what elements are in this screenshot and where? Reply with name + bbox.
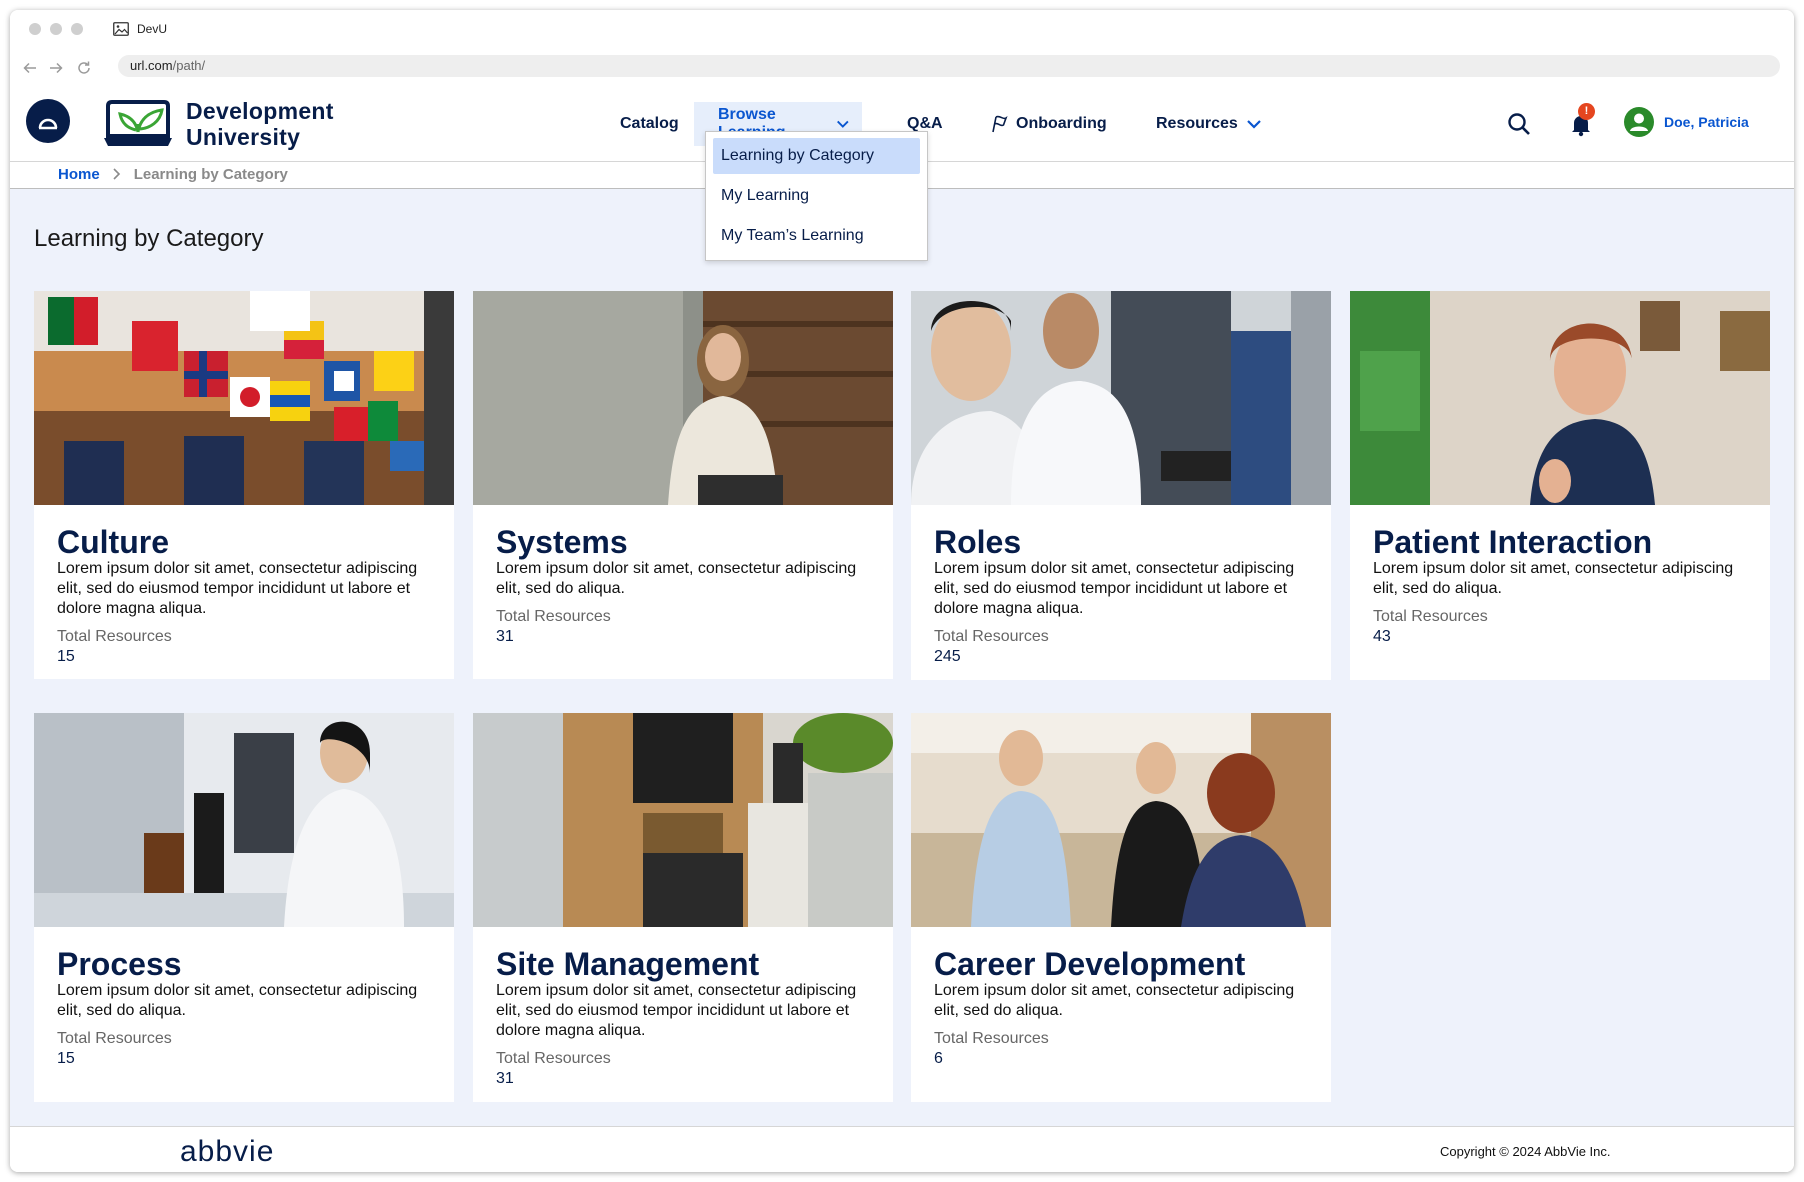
avatar[interactable] xyxy=(1624,107,1654,137)
minimize-window-button[interactable] xyxy=(50,23,62,35)
nav-catalog-label: Catalog xyxy=(620,115,679,132)
category-card-patient-interaction[interactable]: Patient Interaction Lorem ipsum dolor si… xyxy=(1350,291,1770,680)
woman-laptop-photo xyxy=(473,291,893,505)
nav-catalog[interactable]: Catalog xyxy=(608,102,691,146)
nav-resources[interactable]: Resources xyxy=(1144,102,1274,146)
category-card-culture[interactable]: Culture Lorem ipsum dolor sit amet, cons… xyxy=(34,291,454,679)
card-title: Culture xyxy=(57,524,169,560)
smiling-woman-photo xyxy=(1350,291,1770,505)
total-resources-value: 43 xyxy=(1373,628,1391,645)
card-body: Culture Lorem ipsum dolor sit amet, cons… xyxy=(57,525,437,667)
tab-title: DevU xyxy=(137,22,168,36)
total-resources-value: 31 xyxy=(496,1070,514,1087)
browser-titlebar: DevU xyxy=(10,10,1794,50)
card-body: Career Development Lorem ipsum dolor sit… xyxy=(934,947,1314,1069)
total-resources-label: Total Resources xyxy=(496,608,611,625)
site-footer: abbvie Copyright © 2024 AbbVie Inc. xyxy=(10,1126,1794,1172)
total-resources-label: Total Resources xyxy=(496,1050,611,1067)
category-card-site-management[interactable]: Site Management Lorem ipsum dolor sit am… xyxy=(473,713,893,1102)
card-description: Lorem ipsum dolor sit amet, consectetur … xyxy=(496,560,857,597)
category-card-roles[interactable]: Roles Lorem ipsum dolor sit amet, consec… xyxy=(911,291,1331,680)
card-body: Patient Interaction Lorem ipsum dolor si… xyxy=(1373,525,1753,647)
user-name[interactable]: Doe, Patricia xyxy=(1664,114,1749,130)
notification-badge: ! xyxy=(1578,103,1595,120)
category-card-career-development[interactable]: Career Development Lorem ipsum dolor sit… xyxy=(911,713,1331,1102)
card-body: Systems Lorem ipsum dolor sit amet, cons… xyxy=(496,525,876,647)
browser-tab[interactable]: DevU xyxy=(113,22,167,36)
flags-hall-photo xyxy=(34,291,454,505)
nav-resources-label: Resources xyxy=(1156,115,1238,132)
total-resources-value: 245 xyxy=(934,648,961,665)
total-resources-value: 15 xyxy=(57,648,75,665)
page-title: Learning by Category xyxy=(34,225,264,252)
card-description: Lorem ipsum dolor sit amet, consectetur … xyxy=(496,982,857,1039)
card-title: Systems xyxy=(496,524,628,560)
card-title: Career Development xyxy=(934,946,1246,982)
chevron-down-icon xyxy=(1247,120,1261,129)
url-path: /path/ xyxy=(172,58,206,73)
total-resources-label: Total Resources xyxy=(57,1030,172,1047)
card-title: Roles xyxy=(934,524,1022,560)
nav-onboarding[interactable]: Onboarding xyxy=(978,102,1119,146)
card-body: Process Lorem ipsum dolor sit amet, cons… xyxy=(57,947,437,1069)
dropdown-item-learning-by-category[interactable]: Learning by Category xyxy=(713,138,920,174)
copyright-text: Copyright © 2024 AbbVie Inc. xyxy=(1440,1144,1611,1159)
flag-icon xyxy=(992,115,1008,133)
card-title: Process xyxy=(57,946,182,982)
category-card-process[interactable]: Process Lorem ipsum dolor sit amet, cons… xyxy=(34,713,454,1102)
close-window-button[interactable] xyxy=(29,23,41,35)
dropdown-item-my-learning[interactable]: My Learning xyxy=(713,178,920,214)
card-description: Lorem ipsum dolor sit amet, consectetur … xyxy=(934,560,1295,617)
total-resources-label: Total Resources xyxy=(934,1030,1049,1047)
card-body: Site Management Lorem ipsum dolor sit am… xyxy=(496,947,876,1089)
browse-learning-dropdown: Learning by Category My Learning My Team… xyxy=(705,131,928,261)
card-title: Site Management xyxy=(496,946,760,982)
browser-window: DevU url.com/path/ Development Universit… xyxy=(10,10,1794,1172)
back-arrow-icon[interactable] xyxy=(22,60,38,76)
lab-workers-photo xyxy=(911,291,1331,505)
breadcrumb-home-link[interactable]: Home xyxy=(58,166,100,183)
breadcrumb: Home Learning by Category xyxy=(58,161,288,187)
dropdown-item-my-teams-learning[interactable]: My Team’s Learning xyxy=(713,218,920,254)
total-resources-value: 6 xyxy=(934,1050,943,1067)
card-description: Lorem ipsum dolor sit amet, consectetur … xyxy=(57,982,418,1019)
reload-icon[interactable] xyxy=(76,60,92,76)
office-cafe-photo xyxy=(473,713,893,927)
chevron-right-icon xyxy=(113,168,120,180)
maximize-window-button[interactable] xyxy=(71,23,83,35)
total-resources-label: Total Resources xyxy=(934,628,1049,645)
card-body: Roles Lorem ipsum dolor sit amet, consec… xyxy=(934,525,1314,667)
total-resources-label: Total Resources xyxy=(1373,608,1488,625)
chevron-down-icon xyxy=(837,120,849,128)
colleagues-talking-photo xyxy=(911,713,1331,927)
category-card-systems[interactable]: Systems Lorem ipsum dolor sit amet, cons… xyxy=(473,291,893,679)
card-description: Lorem ipsum dolor sit amet, consectetur … xyxy=(1373,560,1734,597)
card-description: Lorem ipsum dolor sit amet, consectetur … xyxy=(57,560,418,617)
total-resources-label: Total Resources xyxy=(57,628,172,645)
nav-onboarding-label: Onboarding xyxy=(1016,115,1107,132)
abbvie-logo-text: abbvie xyxy=(180,1137,274,1165)
window-controls xyxy=(29,23,83,35)
url-field[interactable]: url.com/path/ xyxy=(118,55,1780,77)
card-title: Patient Interaction xyxy=(1373,524,1653,560)
main-content: Learning by Category Culture Lorem ipsum… xyxy=(10,189,1794,1126)
card-description: Lorem ipsum dolor sit amet, consectetur … xyxy=(934,982,1295,1019)
user-icon xyxy=(1630,113,1648,131)
total-resources-value: 31 xyxy=(496,628,514,645)
lab-scientist-photo xyxy=(34,713,454,927)
breadcrumb-current: Learning by Category xyxy=(133,165,288,183)
search-icon[interactable] xyxy=(1506,111,1532,137)
url-base: url.com xyxy=(130,58,173,73)
forward-arrow-icon[interactable] xyxy=(48,60,64,76)
total-resources-value: 15 xyxy=(57,1050,75,1067)
image-icon xyxy=(113,22,129,36)
abbvie-logo[interactable]: abbvie xyxy=(180,1137,320,1165)
